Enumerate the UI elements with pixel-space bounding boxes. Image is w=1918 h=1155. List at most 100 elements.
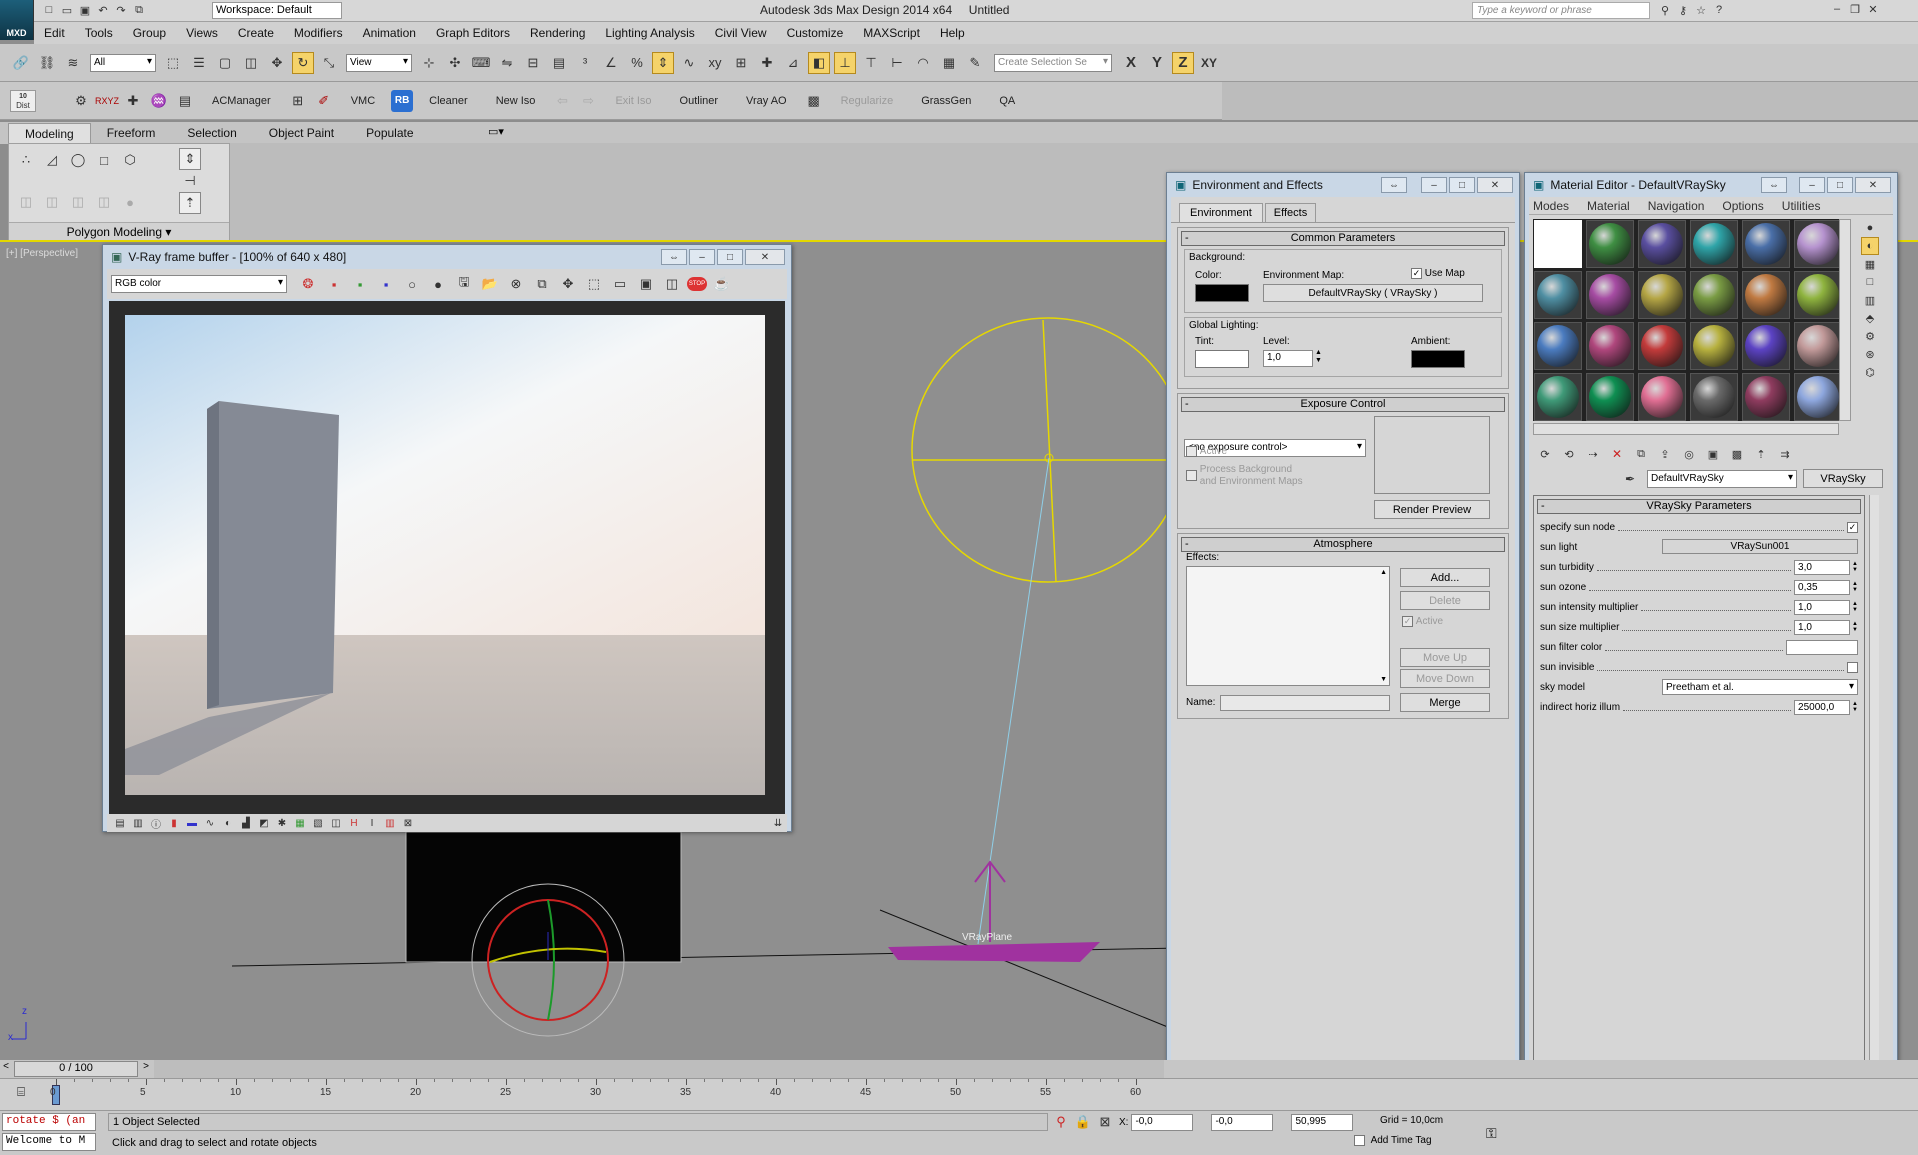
vfb-titlebar[interactable]: ▣ V-Ray frame buffer - [100% of 640 x 48…: [103, 245, 791, 269]
show-map-icon[interactable]: ▣: [1703, 445, 1723, 463]
material-slot[interactable]: [1690, 271, 1738, 319]
mini-curve-editor-icon[interactable]: ⌸: [6, 1084, 36, 1106]
effect-active-checkbox[interactable]: ✓ Active: [1402, 616, 1443, 627]
time-slider-thumb[interactable]: 0 / 100: [14, 1061, 138, 1077]
spinner-arrows[interactable]: ▲ ▼: [1852, 601, 1858, 613]
render-preview-button[interactable]: Render Preview: [1374, 500, 1490, 519]
atmosphere-header[interactable]: - Atmosphere: [1181, 537, 1505, 552]
pin-stack-icon[interactable]: ⊣: [179, 170, 201, 192]
material-slot[interactable]: [1638, 220, 1686, 268]
snap-perp-icon[interactable]: ⊢: [886, 52, 908, 74]
regularize-icon[interactable]: ▩: [803, 90, 825, 112]
rect-selection-icon[interactable]: ▢: [214, 52, 236, 74]
timeline-track[interactable]: [154, 1060, 1164, 1078]
vfb-ocio-icon[interactable]: ✱: [275, 816, 289, 830]
vray-plane[interactable]: [888, 942, 1100, 962]
sun-filter-color-swatch[interactable]: [1786, 639, 1858, 655]
element-icon[interactable]: ⬡: [119, 149, 141, 171]
rxyz-icon[interactable]: RXYZ: [95, 90, 119, 112]
brush-icon[interactable]: ✐: [313, 90, 335, 112]
vfb-curve-icon[interactable]: ∿: [203, 816, 217, 830]
vfb-close-icon[interactable]: ✕: [745, 249, 785, 265]
vfb-minimize-icon[interactable]: –: [689, 249, 715, 265]
rotate-icon[interactable]: ↻: [292, 51, 314, 74]
mat-menu-modes[interactable]: Modes: [1533, 199, 1569, 213]
keyboard-shortcut-icon[interactable]: ⌨: [470, 52, 492, 74]
red-channel-icon[interactable]: ▪: [323, 273, 345, 295]
menu-animation[interactable]: Animation: [363, 26, 416, 40]
material-slot[interactable]: [1794, 373, 1842, 421]
menu-lighting-analysis[interactable]: Lighting Analysis: [605, 26, 694, 40]
ribbon-tab-object-paint[interactable]: Object Paint: [253, 123, 350, 143]
snap-pivot-icon[interactable]: ⊤: [860, 52, 882, 74]
angle-snap-icon[interactable]: ∠: [600, 52, 622, 74]
dist-button[interactable]: 10 Dist: [10, 89, 36, 112]
param-spinner[interactable]: 25000,0: [1794, 699, 1851, 715]
ribbon-tab-populate[interactable]: Populate: [350, 123, 429, 143]
rb-button[interactable]: RB: [391, 89, 414, 112]
slots-hscroll[interactable]: [1533, 423, 1839, 435]
bind-space-warp-icon[interactable]: ≋: [62, 52, 84, 74]
script-stack-icon[interactable]: ▤: [174, 90, 196, 112]
material-slot[interactable]: [1534, 322, 1582, 370]
backlight-icon[interactable]: ◐: [1861, 237, 1879, 255]
material-slot[interactable]: [1794, 322, 1842, 370]
exposure-active-checkbox[interactable]: Active: [1186, 446, 1227, 457]
menu-customize[interactable]: Customize: [787, 26, 844, 40]
teapot-icon[interactable]: ⚙: [70, 90, 92, 112]
env-close-icon[interactable]: ✕: [1477, 177, 1513, 193]
key-icon[interactable]: ⚷: [1674, 2, 1692, 18]
ribbon-options-icon[interactable]: ▭▾: [488, 125, 504, 138]
named-selection-icon[interactable]: ✎: [964, 52, 986, 74]
process-bg-checkbox[interactable]: Process Background and Environment Maps: [1186, 464, 1303, 488]
mat-params-scroll[interactable]: [1869, 495, 1879, 1143]
axis-constraint-icon[interactable]: xy: [704, 52, 726, 74]
env-titlebar[interactable]: ▣ Environment and Effects ⇔ – □ ✕: [1167, 173, 1519, 197]
plus-material-icon[interactable]: ✚: [122, 90, 144, 112]
shrink-icon[interactable]: ◫: [41, 191, 63, 213]
spinner-arrows[interactable]: ▲ ▼: [1852, 701, 1858, 713]
vfb-render-area[interactable]: [109, 301, 785, 814]
sky-model-dropdown[interactable]: Preetham et al.: [1662, 679, 1858, 695]
hierarchy-icon[interactable]: ⊞: [287, 90, 309, 112]
level-spinner[interactable]: 1,0: [1263, 350, 1313, 367]
mat-menu-navigation[interactable]: Navigation: [1648, 199, 1705, 213]
search-input[interactable]: Type a keyword or phrase: [1472, 2, 1650, 19]
select-by-name-icon[interactable]: ☰: [188, 52, 210, 74]
iso-forward-icon[interactable]: ⇨: [577, 90, 599, 112]
ribbon-tab-modeling[interactable]: Modeling: [8, 122, 91, 144]
regularize-button[interactable]: Regularize: [841, 95, 894, 107]
background-checker-icon[interactable]: ▦: [1861, 255, 1879, 273]
save-image-icon[interactable]: 🖫: [453, 273, 475, 295]
env-pin-icon[interactable]: ⇔: [1381, 177, 1407, 193]
material-slot[interactable]: [1534, 373, 1582, 421]
get-material-icon[interactable]: ⟳: [1535, 445, 1555, 463]
blue-channel-icon[interactable]: ▪: [375, 273, 397, 295]
border-icon[interactable]: ◯: [67, 149, 89, 171]
param-spinner[interactable]: 0,35: [1794, 579, 1851, 595]
material-slot[interactable]: [1586, 373, 1634, 421]
undo-icon[interactable]: ↶: [94, 2, 112, 18]
stop-render-button[interactable]: STOP: [687, 277, 707, 291]
select-object-icon[interactable]: ⬚: [162, 52, 184, 74]
assign-material-icon[interactable]: ⇢: [1583, 445, 1603, 463]
render-last-icon[interactable]: ◫: [661, 273, 683, 295]
rgb-channels-icon[interactable]: ❂: [297, 273, 319, 295]
material-slot[interactable]: [1534, 271, 1582, 319]
edge-icon[interactable]: ◿: [41, 149, 63, 171]
spinner-snap-icon[interactable]: ⇕: [652, 51, 674, 74]
go-forward-sibling-icon[interactable]: ⇉: [1775, 445, 1795, 463]
pick-material-icon[interactable]: ✒: [1621, 470, 1639, 488]
effect-active-check[interactable]: ✓: [1402, 616, 1413, 627]
video-color-icon[interactable]: ▥: [1861, 291, 1879, 309]
unlink-icon[interactable]: ⛓: [36, 52, 58, 74]
material-type-button[interactable]: VRaySky: [1803, 469, 1883, 488]
add-time-tag[interactable]: Add Time Tag: [1354, 1135, 1432, 1146]
menu-tools[interactable]: Tools: [85, 26, 113, 40]
ref-coord-dropdown[interactable]: View: [346, 53, 412, 72]
snap-face-icon[interactable]: ◧: [808, 51, 830, 74]
menu-modifiers[interactable]: Modifiers: [294, 26, 343, 40]
effect-name-field[interactable]: [1220, 695, 1390, 711]
material-slot[interactable]: [1690, 220, 1738, 268]
material-name-field[interactable]: DefaultVRaySky: [1647, 469, 1797, 488]
